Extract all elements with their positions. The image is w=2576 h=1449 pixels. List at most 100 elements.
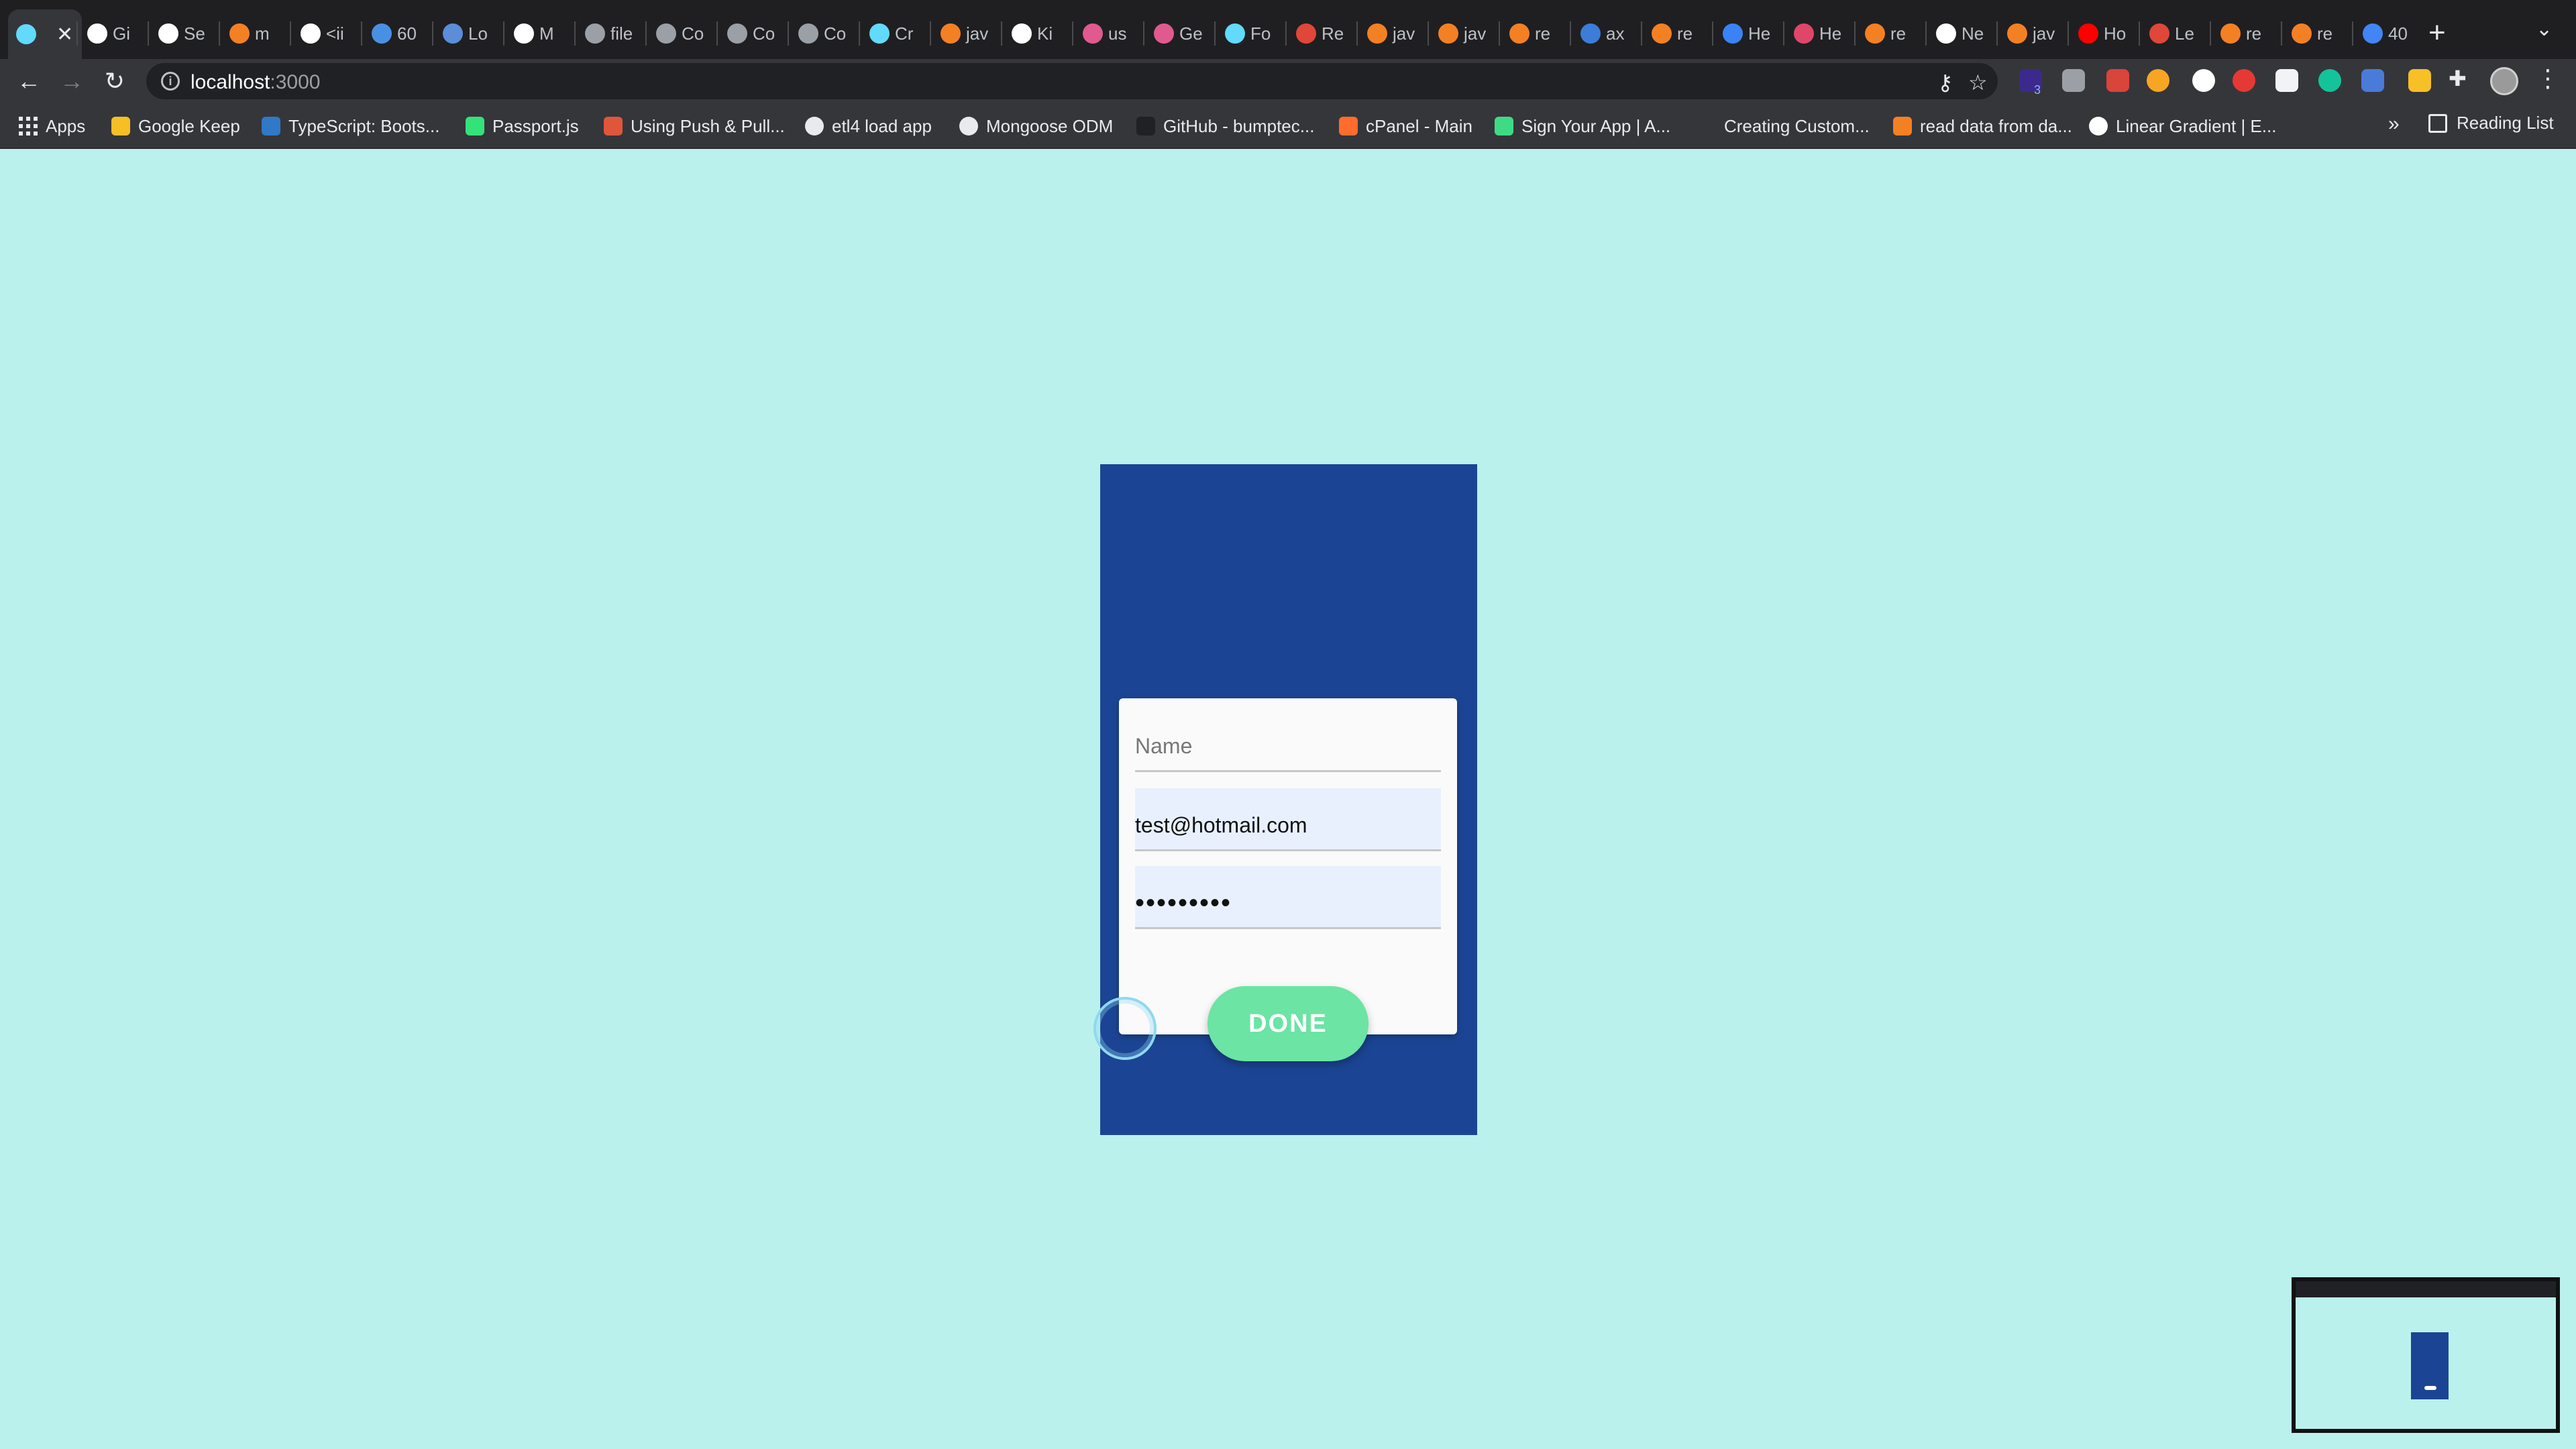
- browser-tab[interactable]: Fo: [1217, 15, 1283, 52]
- tab-title: jav: [2033, 23, 2055, 44]
- browser-tab[interactable]: Se: [150, 15, 216, 52]
- grammarly-icon[interactable]: [2318, 69, 2341, 92]
- globe-icon: [656, 23, 676, 44]
- extension-icon[interactable]: [2192, 69, 2215, 92]
- bookmark-label: etl4 load app: [832, 115, 932, 136]
- bookmark-label: Creating Custom...: [1724, 115, 1870, 136]
- cpanel-icon: [1339, 117, 1358, 136]
- google-icon: [2089, 117, 2108, 136]
- bookmark-item[interactable]: Passport.js: [466, 113, 579, 140]
- bookmark-item[interactable]: Apps: [19, 113, 85, 140]
- menu-kebab-icon[interactable]: ⋮: [2536, 64, 2560, 93]
- browser-tab[interactable]: us: [1075, 15, 1140, 52]
- bookmark-item[interactable]: Mongoose ODM: [959, 113, 1113, 140]
- key-icon[interactable]: ⚷: [1937, 70, 1953, 95]
- browser-tab[interactable]: re: [1501, 15, 1567, 52]
- new-tab-button[interactable]: +: [2428, 16, 2446, 50]
- browser-tab[interactable]: Ho: [2070, 15, 2136, 52]
- tab-separator: [1143, 21, 1144, 46]
- browser-tab[interactable]: re: [2212, 15, 2278, 52]
- forward-arrow-icon[interactable]: →: [55, 64, 89, 98]
- browser-tab[interactable]: Cr: [861, 15, 927, 52]
- browser-tab[interactable]: Lo: [435, 15, 500, 52]
- browser-tab[interactable]: re: [1644, 15, 1709, 52]
- browser-tab[interactable]: 40: [2355, 15, 2420, 52]
- more-bookmarks-chevron[interactable]: »: [2388, 113, 2400, 136]
- stackoverflow-icon: [2220, 23, 2241, 44]
- browser-tab[interactable]: Co: [648, 15, 714, 52]
- extension-icon[interactable]: [2147, 69, 2169, 92]
- browser-tab[interactable]: Le: [2141, 15, 2207, 52]
- browser-tab[interactable]: He: [1715, 15, 1780, 52]
- browser-tab[interactable]: jav: [1359, 15, 1425, 52]
- done-button[interactable]: DONE: [1208, 986, 1368, 1061]
- bookmark-item[interactable]: Google Keep: [111, 113, 240, 140]
- browser-tab[interactable]: file: [577, 15, 643, 52]
- bookmark-label: Linear Gradient | E...: [2116, 115, 2277, 136]
- name-field[interactable]: [1135, 709, 1441, 772]
- puzzle-extensions-icon[interactable]: ✚: [2449, 66, 2467, 91]
- url-text[interactable]: localhost:3000: [191, 71, 320, 94]
- browser-tab[interactable]: re: [1857, 15, 1923, 52]
- back-arrow-icon[interactable]: ←: [12, 64, 46, 98]
- close-tab-icon[interactable]: ✕: [56, 23, 73, 46]
- browser-tab[interactable]: M: [506, 15, 572, 52]
- bookmark-item[interactable]: read data from da...: [1893, 113, 2072, 140]
- bookmark-item[interactable]: TypeScript: Boots...: [262, 113, 439, 140]
- square-icon: [1083, 23, 1103, 44]
- browser-tab[interactable]: m: [221, 15, 287, 52]
- translate-icon[interactable]: [2361, 69, 2384, 92]
- bookmark-item[interactable]: Sign Your App | A...: [1495, 113, 1670, 140]
- site-info-icon[interactable]: i: [161, 72, 180, 91]
- address-bar[interactable]: i localhost:3000 ⚷ ☆: [146, 63, 1998, 99]
- browser-tab[interactable]: Ge: [1146, 15, 1212, 52]
- browser-tab[interactable]: 60: [364, 15, 429, 52]
- browser-tab[interactable]: <ii: [292, 15, 358, 52]
- extension-icon[interactable]: [2062, 69, 2085, 92]
- tab-title: Cr: [895, 23, 914, 44]
- browser-tab[interactable]: re: [2284, 15, 2349, 52]
- name-input[interactable]: [1135, 709, 1441, 770]
- bookmark-item[interactable]: Linear Gradient | E...: [2089, 113, 2276, 140]
- keep-icon: [111, 117, 130, 136]
- profile-avatar[interactable]: [2490, 67, 2518, 95]
- browser-tab[interactable]: jav: [932, 15, 998, 52]
- browser-tab[interactable]: Ne: [1928, 15, 1994, 52]
- browser-tab[interactable]: Ki: [1004, 15, 1069, 52]
- bookmark-item[interactable]: Using Push & Pull...: [604, 113, 785, 140]
- stackoverflow-icon: [1893, 117, 1912, 136]
- bookmark-item[interactable]: cPanel - Main: [1339, 113, 1472, 140]
- browser-tab[interactable]: ✕: [8, 9, 82, 59]
- bookmark-item[interactable]: Creating Custom...: [1697, 113, 1870, 140]
- tab-separator: [1214, 21, 1216, 46]
- browser-tab[interactable]: Co: [719, 15, 785, 52]
- tab-separator: [1072, 21, 1073, 46]
- stackoverflow-icon: [1652, 23, 1672, 44]
- tab-title: Re: [1322, 23, 1344, 44]
- email-field[interactable]: [1135, 788, 1441, 851]
- browser-tab[interactable]: jav: [1430, 15, 1496, 52]
- browser-tab[interactable]: Co: [790, 15, 856, 52]
- bookmark-item[interactable]: GitHub - bumptec...: [1136, 113, 1314, 140]
- password-field[interactable]: [1135, 866, 1441, 929]
- star-bookmark-icon[interactable]: ☆: [1968, 70, 1988, 95]
- email-input[interactable]: [1135, 788, 1441, 849]
- tab-title: 60: [397, 23, 417, 44]
- browser-tab[interactable]: Gi: [79, 15, 145, 52]
- browser-tab[interactable]: He: [1786, 15, 1851, 52]
- stackoverflow-icon: [2292, 23, 2312, 44]
- reload-icon[interactable]: ↻: [98, 64, 131, 98]
- bookmark-label: cPanel - Main: [1366, 115, 1472, 136]
- password-input[interactable]: [1135, 866, 1441, 927]
- reading-list-button[interactable]: Reading List: [2428, 113, 2554, 133]
- tab-search-icon[interactable]: ⌄: [2536, 17, 2553, 41]
- extension-icon[interactable]: [2275, 69, 2298, 92]
- browser-tab[interactable]: Re: [1288, 15, 1354, 52]
- browser-tab[interactable]: jav: [1999, 15, 2065, 52]
- extension-icon[interactable]: [2408, 69, 2431, 92]
- tab-separator: [503, 21, 504, 46]
- bookmark-item[interactable]: etl4 load app: [805, 113, 932, 140]
- extension-icon[interactable]: [2106, 69, 2129, 92]
- adblock-icon[interactable]: [2233, 69, 2255, 92]
- browser-tab[interactable]: ax: [1572, 15, 1638, 52]
